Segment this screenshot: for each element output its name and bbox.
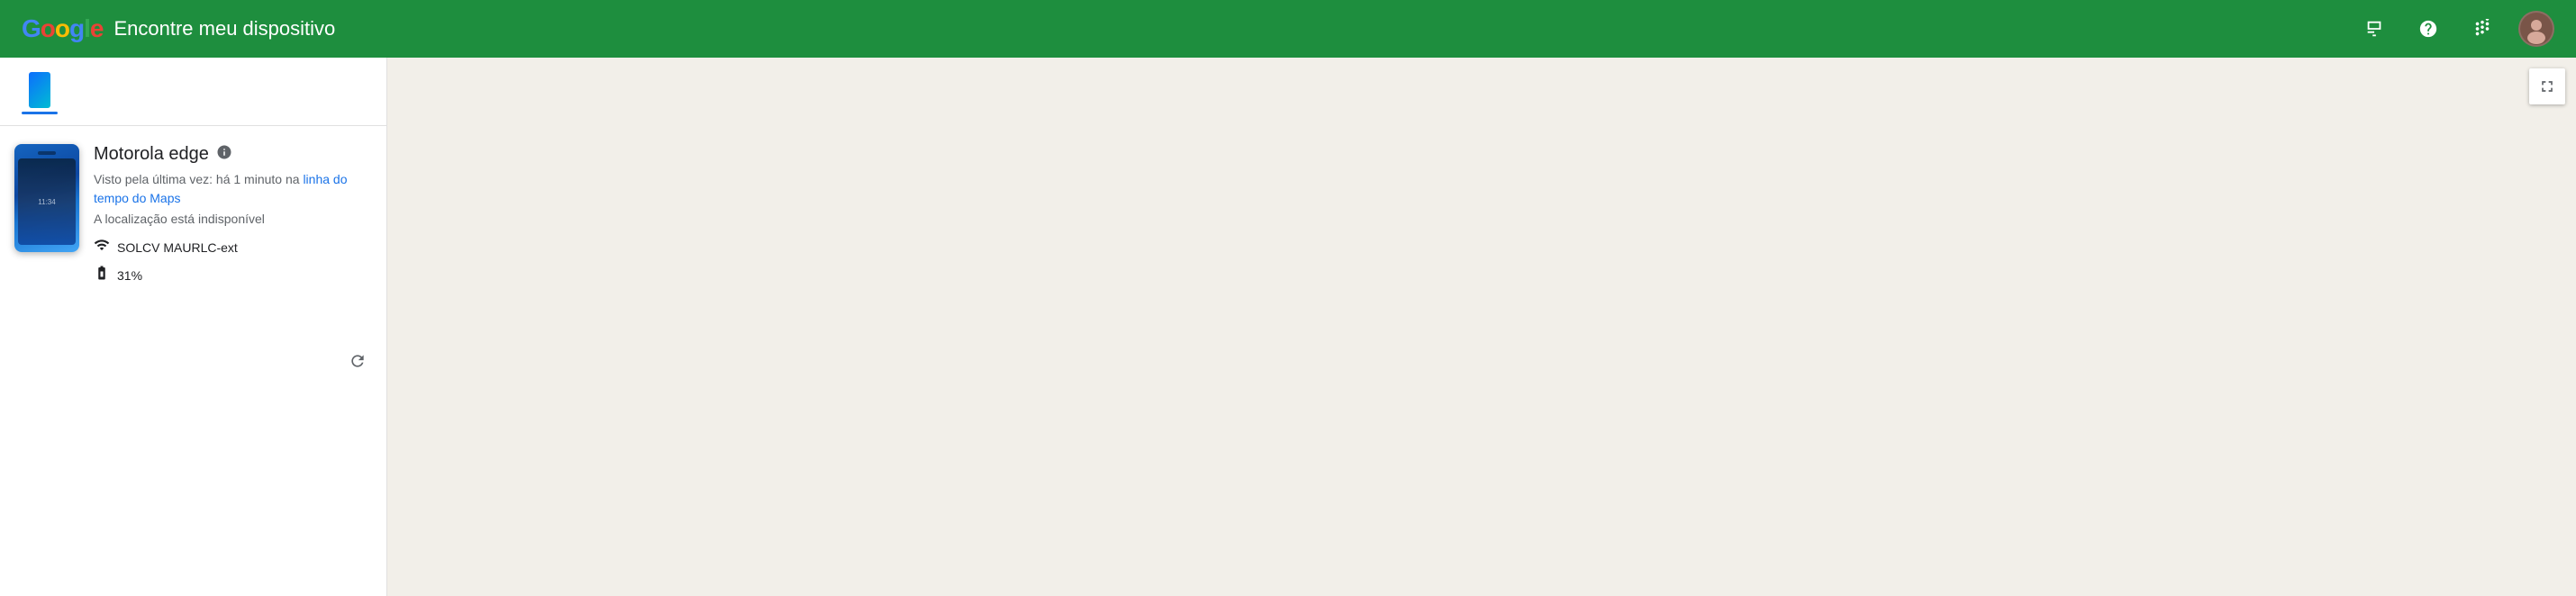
device-name-row: Motorola edge <box>94 144 372 165</box>
device-location-status: A localização está indisponível <box>94 212 372 226</box>
app-header: Google Encontre meu dispositivo <box>0 0 2576 58</box>
device-last-seen: Visto pela última vez: há 1 minuto na li… <box>94 170 372 208</box>
battery-percentage: 31% <box>117 268 142 283</box>
fullscreen-button[interactable] <box>2529 68 2565 104</box>
map-controls <box>2529 68 2565 104</box>
apps-button[interactable] <box>2464 11 2500 47</box>
info-icon[interactable] <box>216 144 232 165</box>
sidebar: 11:34 Motorola edge Visto pela última ve… <box>0 58 387 596</box>
device-screen: 11:34 <box>18 158 76 245</box>
map-area[interactable]: Carrera 10 Carrera 2 Calle II XX XIII Ca… <box>387 58 2576 596</box>
feedback-button[interactable] <box>2356 11 2392 47</box>
refresh-button-container <box>343 347 372 375</box>
device-wifi-info: SOLCV MAURLC-ext <box>94 237 372 257</box>
google-logo: Google <box>22 14 103 43</box>
device-tab-icon <box>29 72 50 108</box>
logo-area: Google Encontre meu dispositivo <box>22 14 2356 43</box>
device-image: 11:34 <box>14 144 79 252</box>
help-button[interactable] <box>2410 11 2446 47</box>
refresh-button[interactable] <box>343 347 372 375</box>
sidebar-top <box>0 58 386 126</box>
device-tab-bar <box>14 68 372 118</box>
device-tab[interactable] <box>14 68 65 118</box>
battery-icon <box>94 265 110 285</box>
main-content: 11:34 Motorola edge Visto pela última ve… <box>0 58 2576 596</box>
wifi-icon <box>94 237 110 257</box>
device-tab-indicator <box>22 112 58 114</box>
wifi-network-name: SOLCV MAURLC-ext <box>117 240 238 255</box>
user-avatar[interactable] <box>2518 11 2554 47</box>
header-icons <box>2356 11 2554 47</box>
device-details: Motorola edge Visto pela última vez: há … <box>94 144 372 285</box>
device-battery-info: 31% <box>94 265 372 285</box>
device-name: Motorola edge <box>94 144 209 165</box>
device-info-section: 11:34 Motorola edge Visto pela última ve… <box>0 126 386 596</box>
app-title: Encontre meu dispositivo <box>113 17 335 41</box>
map-background <box>387 58 2576 596</box>
